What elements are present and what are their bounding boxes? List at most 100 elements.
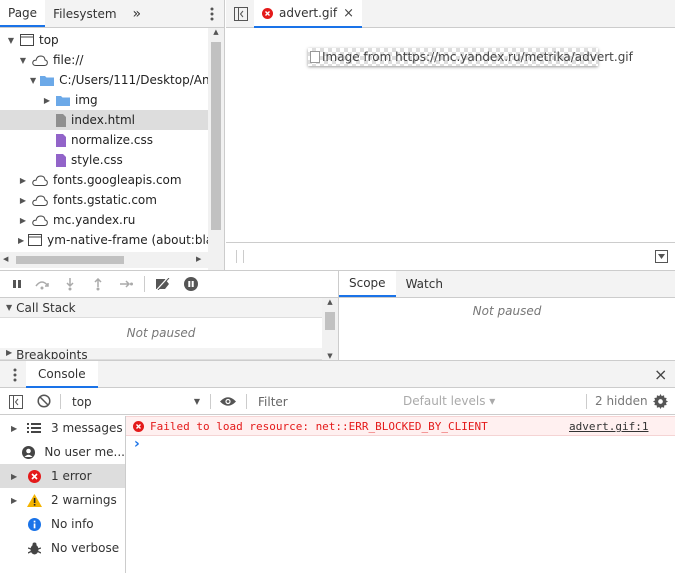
close-tab-icon[interactable]: × (343, 6, 354, 21)
call-stack-label: Call Stack (16, 300, 76, 315)
hidden-count: 2 hidden (595, 394, 648, 408)
tab-watch[interactable]: Watch (396, 271, 453, 297)
console-sidebar-item[interactable]: ▶ 1 error (0, 464, 125, 488)
expanded-arrow-icon[interactable]: ▼ (6, 35, 16, 45)
no-arrow (42, 115, 52, 125)
toolbar-divider (586, 394, 587, 409)
h-scroll-thumb[interactable] (16, 256, 124, 264)
scroll-thumb[interactable] (211, 42, 221, 230)
pause-on-exceptions-icon[interactable] (177, 271, 205, 298)
error-icon (262, 7, 273, 19)
console-toolbar: top ▼ Filter Default levels ▾ 2 hidden (0, 388, 675, 415)
console-sidebar-item[interactable]: No user me... (0, 440, 125, 464)
call-stack-header[interactable]: ▼ Call Stack (0, 298, 338, 318)
expanded-arrow-icon[interactable]: ▼ (30, 75, 36, 85)
collapsed-arrow-icon[interactable]: ▶ (42, 95, 52, 105)
file-purple-icon (56, 153, 66, 167)
collapsed-arrow-icon[interactable]: ▶ (18, 175, 28, 185)
console-sidebar-label: 3 messages (51, 421, 123, 435)
collapsed-arrow-icon[interactable]: ▶ (18, 215, 28, 225)
kebab-menu-icon[interactable] (200, 0, 224, 27)
tab-page[interactable]: Page (0, 0, 46, 27)
tree-vertical-scrollbar[interactable]: ▲ (208, 28, 224, 270)
scroll-to-bottom-icon[interactable] (655, 250, 668, 263)
console-sidebar-label: No user me... (44, 445, 125, 459)
log-levels-dropdown[interactable]: Default levels ▾ (403, 394, 495, 408)
prompt-chevron-icon: › (134, 436, 140, 452)
scroll-up-arrow-icon[interactable]: ▲ (208, 28, 224, 42)
tree-item[interactable]: ▶ ym-native-frame (about:blank (0, 230, 208, 250)
more-tabs-button[interactable]: » (125, 0, 150, 27)
console-sidebar-item[interactable]: ▶ 2 warnings (0, 488, 125, 512)
deactivate-breakpoints-icon[interactable] (149, 271, 177, 298)
debugger-scrollbar[interactable]: ▲ ▼ (322, 298, 338, 360)
tree-item[interactable]: style.css (0, 150, 208, 170)
pause-icon[interactable] (6, 271, 28, 298)
tree-item[interactable]: normalize.css (0, 130, 208, 150)
file-purple-icon (56, 133, 66, 147)
collapsed-arrow-icon[interactable]: ▶ (11, 496, 21, 505)
step-icon[interactable] (112, 271, 140, 298)
filter-placeholder: Filter (258, 394, 288, 409)
error-source-link[interactable]: advert.gif:1 (569, 420, 648, 433)
expanded-arrow-icon[interactable]: ▼ (18, 55, 28, 65)
dropdown-arrow-icon: ▼ (193, 397, 200, 406)
tree-item[interactable]: ▶ fonts.gstatic.com (0, 190, 208, 210)
file-tabbar: advert.gif × (226, 0, 675, 28)
console-settings-gear-icon[interactable] (653, 394, 668, 409)
tree-item[interactable]: ▶ fonts.googleapis.com (0, 170, 208, 190)
step-over-icon[interactable] (28, 271, 56, 298)
cloud-icon (32, 54, 48, 66)
breakpoints-header[interactable]: ▶ Breakpoints (0, 348, 338, 360)
frame-icon (28, 234, 43, 246)
console-sidebar-item[interactable]: No verbose (0, 536, 125, 560)
tab-filesystem[interactable]: Filesystem (45, 0, 124, 27)
console-sidebar-label: No info (51, 517, 94, 531)
navigator-panel: Page Filesystem » ▼ top ▼ file:// ▼ C:/Users/… (0, 0, 225, 270)
show-sidebar-icon[interactable] (9, 395, 23, 409)
cloud-icon (32, 174, 48, 186)
tab-advert-gif[interactable]: advert.gif × (254, 0, 362, 28)
error-message-row[interactable]: Failed to load resource: net::ERR_BLOCKE… (126, 416, 675, 436)
drawer-menu-icon[interactable] (13, 368, 17, 382)
console-drawer: Console × top ▼ Filter Default levels ▾ … (0, 360, 675, 573)
collapsed-arrow-icon[interactable]: ▶ (11, 472, 21, 481)
collapsed-arrow-icon[interactable]: ▶ (11, 424, 21, 433)
console-sidebar-item[interactable]: ▶ 3 messages (0, 416, 125, 440)
collapsed-arrow-icon[interactable]: ▶ (18, 195, 28, 205)
console-messages: Failed to load resource: net::ERR_BLOCKE… (126, 416, 675, 456)
context-selector[interactable]: top ▼ (66, 388, 206, 415)
breakpoints-label: Breakpoints (16, 348, 88, 360)
scroll-right-arrow-icon[interactable]: ▶ (196, 255, 201, 263)
tab-scope[interactable]: Scope (339, 271, 396, 297)
filter-input[interactable]: Filter (252, 388, 392, 415)
bug-icon (26, 542, 42, 555)
tree-item[interactable]: index.html (0, 110, 208, 130)
collapsed-arrow-icon[interactable]: ▶ (18, 235, 24, 245)
clear-console-icon[interactable] (37, 394, 51, 408)
tree-item-label: normalize.css (71, 133, 153, 147)
toggle-navigator-icon[interactable] (234, 7, 248, 21)
frame-icon (20, 34, 34, 46)
close-drawer-icon[interactable]: × (654, 365, 667, 384)
scroll-thumb[interactable] (325, 312, 335, 330)
scroll-up-arrow-icon[interactable]: ▲ (322, 298, 338, 312)
scroll-left-arrow-icon[interactable]: ◀ (3, 255, 8, 263)
tree-item[interactable]: ▶ img (0, 90, 208, 110)
live-expression-eye-icon[interactable] (220, 396, 236, 407)
tree-item[interactable]: ▶ mc.yandex.ru (0, 210, 208, 230)
step-out-icon[interactable] (84, 271, 112, 298)
tree-item[interactable]: ▼ top (0, 30, 208, 50)
tree-item[interactable]: ▼ file:// (0, 50, 208, 70)
tree-horizontal-scrollbar[interactable]: ◀ ▶ (0, 252, 208, 268)
tree-item[interactable]: ▼ C:/Users/111/Desktop/Andr (0, 70, 208, 90)
console-prompt[interactable]: › (126, 436, 675, 456)
step-into-icon[interactable] (56, 271, 84, 298)
scroll-down-arrow-icon[interactable]: ▼ (322, 352, 338, 360)
scope-panel: Scope Watch Not paused (339, 270, 675, 360)
tree-item-label: img (75, 93, 98, 107)
tab-console[interactable]: Console (26, 361, 98, 388)
toolbar-divider (210, 394, 211, 409)
console-sidebar-label: No verbose (51, 541, 120, 555)
console-sidebar-item[interactable]: No info (0, 512, 125, 536)
